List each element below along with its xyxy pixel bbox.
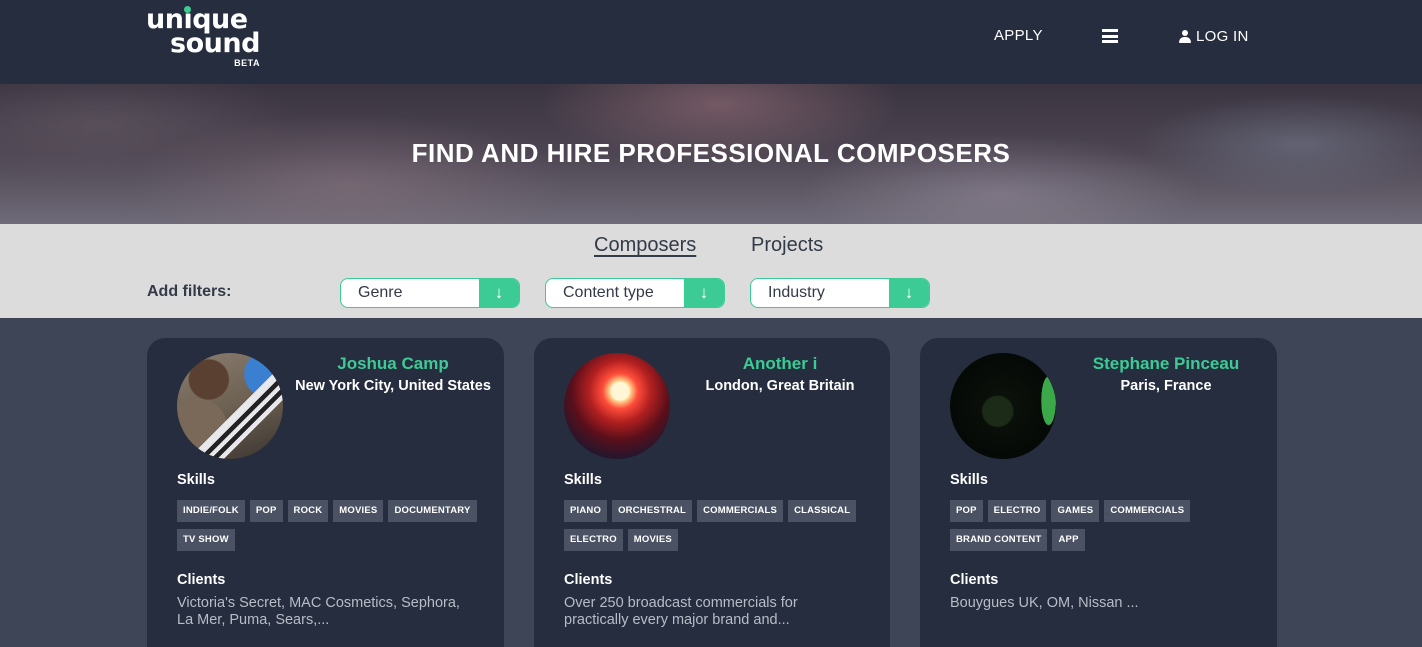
login-link[interactable]: LOG IN — [1179, 28, 1249, 45]
composer-card[interactable]: Another i London, Great Britain Skills P… — [534, 338, 890, 647]
skill-tag: ORCHESTRAL — [612, 500, 693, 522]
logo-dot — [184, 6, 191, 13]
skill-tag: POP — [950, 500, 983, 522]
user-icon — [1179, 30, 1191, 43]
content-type-select[interactable]: Content type ↓ — [545, 278, 725, 308]
skill-tag: GAMES — [1051, 500, 1100, 522]
composer-location: Paris, France — [1120, 378, 1212, 394]
genre-select-label: Genre — [358, 284, 403, 301]
skill-tag: BRAND CONTENT — [950, 529, 1048, 551]
composer-card[interactable]: Stephane Pinceau Paris, France Skills PO… — [920, 338, 1277, 647]
hero-title: FIND AND HIRE PROFESSIONAL COMPOSERS — [411, 138, 1011, 168]
skills-heading: Skills — [564, 472, 602, 488]
clients-heading: Clients — [950, 572, 999, 588]
logo[interactable]: unique sound BETA — [146, 6, 264, 70]
skill-tag: MOVIES — [627, 529, 678, 551]
composer-name[interactable]: Another i — [680, 354, 880, 374]
skill-tag: PIANO — [564, 500, 608, 522]
filters-label: Add filters: — [147, 283, 232, 300]
skill-tag: MOVIES — [333, 500, 384, 522]
apply-link[interactable]: APPLY — [994, 27, 1043, 44]
login-label: LOG IN — [1196, 28, 1249, 45]
avatar[interactable] — [950, 353, 1056, 459]
skill-tag: POP — [249, 500, 283, 522]
composer-name[interactable]: Joshua Camp — [293, 354, 493, 374]
skill-tag: ROCK — [287, 500, 329, 522]
tab-composers[interactable]: Composers — [594, 234, 696, 257]
skill-tag: TV SHOW — [177, 529, 235, 551]
clients-heading: Clients — [177, 572, 226, 588]
content-type-select-label: Content type — [563, 284, 654, 301]
arrow-down-icon[interactable]: ↓ — [684, 279, 724, 307]
genre-select[interactable]: Genre ↓ — [340, 278, 520, 308]
clients-text: Bouygues UK, OM, Nissan ... — [950, 595, 1139, 611]
avatar[interactable] — [564, 353, 670, 459]
tab-projects[interactable]: Projects — [751, 234, 823, 257]
skill-tag: INDIE/FOLK — [177, 500, 245, 522]
skills-list: POP ELECTRO GAMES COMMERCIALS BRAND CONT… — [950, 500, 1260, 551]
beta-badge: BETA — [234, 58, 260, 68]
industry-select-label: Industry — [768, 284, 825, 301]
skills-heading: Skills — [177, 472, 215, 488]
skill-tag: CLASSICAL — [788, 500, 857, 522]
arrow-down-icon[interactable]: ↓ — [889, 279, 929, 307]
skill-tag: ELECTRO — [564, 529, 623, 551]
filter-bar: Composers Projects Add filters: Genre ↓ … — [0, 224, 1422, 318]
hamburger-menu-icon[interactable] — [1102, 29, 1118, 43]
composer-name[interactable]: Stephane Pinceau — [1066, 354, 1266, 374]
skill-tag: COMMERCIALS — [697, 500, 784, 522]
composer-location: London, Great Britain — [705, 378, 855, 394]
skill-tag: APP — [1052, 529, 1085, 551]
composer-card[interactable]: Joshua Camp New York City, United States… — [147, 338, 504, 647]
skill-tag: DOCUMENTARY — [388, 500, 477, 522]
hero-banner: FIND AND HIRE PROFESSIONAL COMPOSERS — [0, 84, 1422, 224]
skills-list: INDIE/FOLK POP ROCK MOVIES DOCUMENTARY T… — [177, 500, 487, 551]
avatar[interactable] — [177, 353, 283, 459]
clients-heading: Clients — [564, 572, 613, 588]
composer-location: New York City, United States — [295, 378, 491, 394]
industry-select[interactable]: Industry ↓ — [750, 278, 930, 308]
logo-text-line2: sound — [170, 28, 260, 59]
skill-tag: ELECTRO — [987, 500, 1047, 522]
clients-text: Victoria's Secret, MAC Cosmetics, Sephor… — [177, 595, 460, 628]
skill-tag: COMMERCIALS — [1104, 500, 1191, 522]
arrow-down-icon[interactable]: ↓ — [479, 279, 519, 307]
clients-text: Over 250 broadcast commercials for pract… — [564, 595, 798, 628]
skills-heading: Skills — [950, 472, 988, 488]
skills-list: PIANO ORCHESTRAL COMMERCIALS CLASSICAL E… — [564, 500, 874, 551]
site-header: unique sound BETA APPLY LOG IN — [0, 0, 1422, 84]
